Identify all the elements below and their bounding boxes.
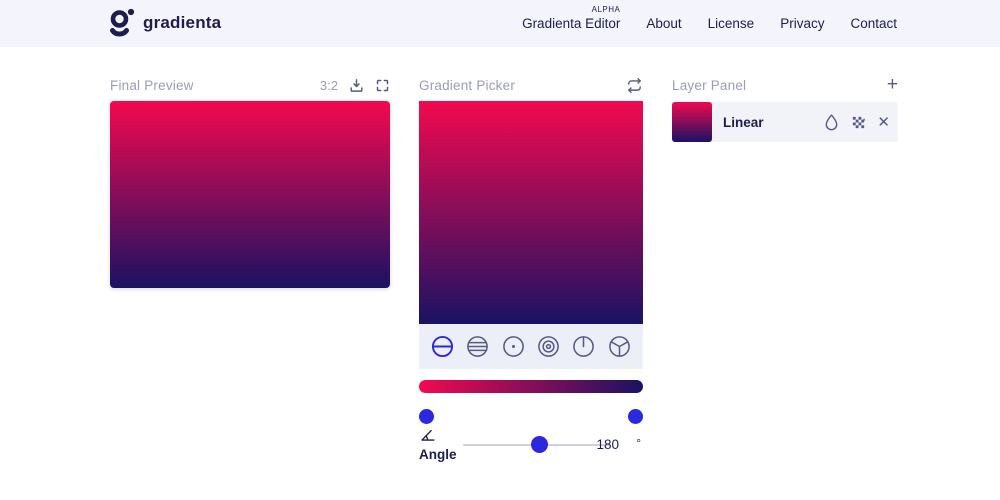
- gradient-type-repeating-conic-icon[interactable]: [608, 335, 631, 358]
- gradient-type-repeating-linear-icon[interactable]: [466, 335, 489, 358]
- brand-logo[interactable]: gradienta: [108, 8, 221, 38]
- angle-label: Angle: [419, 447, 457, 462]
- gradient-type-linear-icon[interactable]: [431, 335, 454, 358]
- layer-thumbnail[interactable]: [672, 102, 712, 142]
- angle-slider-thumb[interactable]: [531, 436, 548, 453]
- final-preview-panel: Final Preview 3:2: [110, 76, 390, 288]
- layer-name: Linear: [723, 114, 764, 130]
- gradienta-logo-icon: [108, 8, 135, 38]
- nav-privacy[interactable]: Privacy: [780, 16, 824, 31]
- gradient-type-radial-icon[interactable]: [502, 335, 525, 358]
- checkerboard-icon[interactable]: [851, 115, 866, 130]
- angle-icon: [420, 427, 436, 442]
- angle-degree-unit: °: [636, 436, 641, 450]
- nav-license[interactable]: License: [708, 16, 755, 31]
- layer-panel: Layer Panel + Linear ✕: [672, 75, 898, 142]
- gradient-stop-handle-start[interactable]: [419, 409, 434, 424]
- final-preview-canvas: [110, 101, 390, 288]
- gradient-stops-bar[interactable]: [419, 380, 643, 393]
- gradient-type-conic-icon[interactable]: [572, 335, 595, 358]
- gradient-stop-handle-end[interactable]: [628, 409, 643, 424]
- main-nav: ALPHA Gradienta Editor About License Pri…: [522, 0, 897, 47]
- nav-about[interactable]: About: [646, 16, 681, 31]
- gradient-picker-canvas[interactable]: [419, 101, 643, 324]
- gradient-picker-panel: Gradient Picker Angle 180 °: [419, 76, 643, 468]
- gradient-type-selector: [419, 324, 643, 369]
- gradient-type-repeating-radial-icon[interactable]: [537, 335, 560, 358]
- angle-value-input[interactable]: 180: [589, 437, 619, 452]
- gradient-stops-row: [419, 409, 643, 424]
- nav-gradienta-editor[interactable]: ALPHA Gradienta Editor: [522, 5, 620, 31]
- layer-panel-title: Layer Panel: [672, 77, 747, 93]
- swap-colors-icon[interactable]: [626, 77, 643, 94]
- brand-name: gradienta: [143, 13, 222, 32]
- alpha-badge: ALPHA: [591, 5, 621, 14]
- aspect-ratio-selector[interactable]: 3:2: [320, 78, 338, 93]
- opacity-droplet-icon[interactable]: [823, 113, 840, 132]
- nav-contact[interactable]: Contact: [850, 16, 897, 31]
- add-layer-button[interactable]: +: [887, 75, 898, 94]
- final-preview-title: Final Preview: [110, 77, 194, 93]
- app-header: gradienta ALPHA Gradienta Editor About L…: [0, 0, 1000, 47]
- layer-row-linear[interactable]: Linear ✕: [672, 102, 898, 142]
- delete-layer-icon[interactable]: ✕: [877, 115, 890, 130]
- angle-control: Angle 180 °: [419, 426, 643, 468]
- gradient-picker-title: Gradient Picker: [419, 77, 516, 93]
- fullscreen-icon[interactable]: [375, 78, 390, 93]
- download-icon[interactable]: [348, 77, 365, 94]
